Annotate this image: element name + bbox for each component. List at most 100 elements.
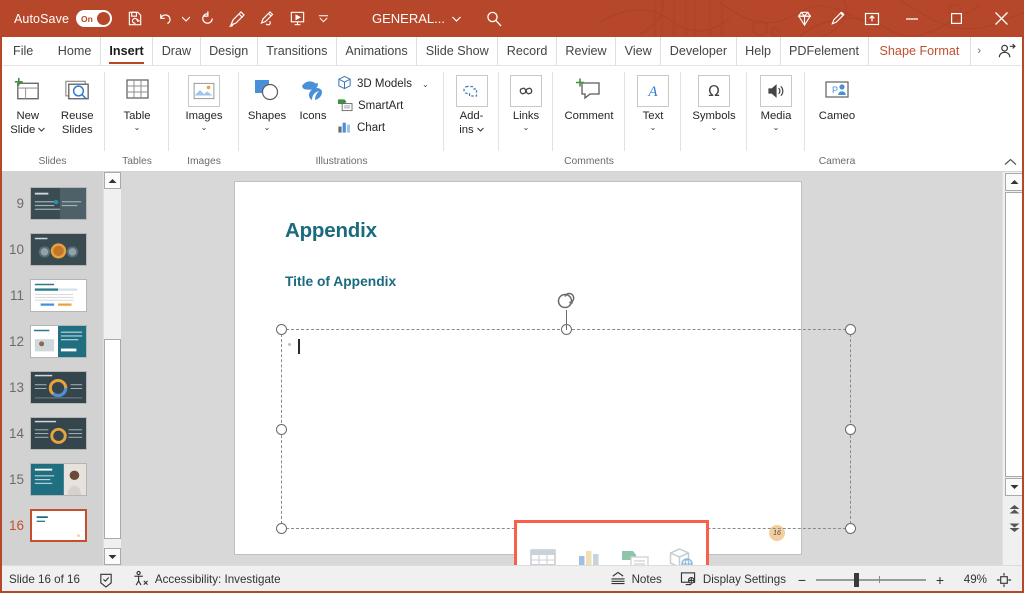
symbols-button[interactable]: Ω Symbols ⌄ xyxy=(684,70,744,132)
tab-draw[interactable]: Draw xyxy=(153,37,201,65)
thumbnail-item-13[interactable]: 13 xyxy=(0,364,103,410)
thumbnail-image[interactable] xyxy=(30,324,87,358)
thumbnail-item-14[interactable]: 14 xyxy=(0,410,103,456)
undo-icon[interactable] xyxy=(150,4,180,34)
search-icon[interactable] xyxy=(479,4,509,34)
thumbnail-item-15[interactable]: 15 xyxy=(0,456,103,502)
zoom-slider[interactable] xyxy=(816,572,926,587)
thumbnail-image[interactable] xyxy=(30,508,87,542)
thumbnail-image[interactable] xyxy=(30,186,87,220)
resize-handle-top-left[interactable] xyxy=(276,324,287,335)
next-slide-button[interactable] xyxy=(1006,520,1022,534)
notes-button[interactable]: Notes xyxy=(601,566,671,593)
tab-transitions[interactable]: Transitions xyxy=(258,37,337,65)
cameo-button[interactable]: P Cameo xyxy=(808,70,866,123)
undo-dropdown-icon[interactable] xyxy=(180,4,192,34)
thumbnail-item-11[interactable]: 11 xyxy=(0,272,103,318)
start-inking-icon[interactable] xyxy=(222,4,252,34)
chevron-down-icon[interactable]: ⌄ xyxy=(650,123,657,132)
tab-record[interactable]: Record xyxy=(498,37,557,65)
diamond-icon[interactable] xyxy=(787,4,821,34)
chevron-down-icon[interactable]: ⌄ xyxy=(264,123,271,132)
scroll-down-icon[interactable] xyxy=(1005,478,1023,496)
save-icon[interactable] xyxy=(120,4,150,34)
table-button[interactable]: Table ⌄ xyxy=(109,70,165,132)
resize-handle-bottom-left[interactable] xyxy=(276,523,287,534)
tab-review[interactable]: Review xyxy=(557,37,617,65)
spell-check-icon[interactable] xyxy=(89,566,123,593)
thumbnail-image[interactable] xyxy=(30,278,87,312)
add-ins-button[interactable]: Add- ins xyxy=(447,70,496,136)
tab-slide-show[interactable]: Slide Show xyxy=(417,37,499,65)
canvas-scrollbar[interactable] xyxy=(1002,172,1024,565)
tab-design[interactable]: Design xyxy=(201,37,258,65)
tab-help[interactable]: Help xyxy=(737,37,781,65)
resize-handle-middle-left[interactable] xyxy=(276,424,287,435)
zoom-slider-thumb[interactable] xyxy=(854,572,859,587)
tab-file[interactable]: File xyxy=(0,37,49,65)
zoom-out-button[interactable]: − xyxy=(795,572,809,588)
chevron-down-icon[interactable]: ⌄ xyxy=(773,123,780,132)
smartart-button[interactable]: SmartArt xyxy=(334,95,434,117)
display-settings-button[interactable]: Display Settings xyxy=(671,566,795,593)
from-beginning-icon[interactable] xyxy=(282,4,312,34)
thumbnail-image[interactable] xyxy=(30,232,87,266)
editor-pen-icon[interactable] xyxy=(821,4,855,34)
document-name-button[interactable]: GENERAL... xyxy=(372,11,461,26)
chevron-down-icon[interactable]: ⌄ xyxy=(711,123,718,132)
collapse-ribbon-icon[interactable] xyxy=(1004,157,1017,169)
ink-to-shape-icon[interactable] xyxy=(252,4,282,34)
chevron-down-icon[interactable]: ⌄ xyxy=(523,123,530,132)
content-placeholder-selection[interactable] xyxy=(276,292,856,593)
close-button[interactable] xyxy=(979,0,1024,37)
resize-handle-top-right[interactable] xyxy=(845,324,856,335)
chevron-down-icon[interactable]: ⌄ xyxy=(201,123,208,132)
slide-canvas[interactable]: Appendix Title of Appendix 16 xyxy=(235,182,856,593)
text-button[interactable]: A Text ⌄ xyxy=(628,70,678,132)
maximize-button[interactable] xyxy=(934,0,979,37)
tab-overflow-button[interactable]: › xyxy=(971,37,987,65)
chevron-down-icon[interactable]: ⌄ xyxy=(134,123,141,132)
thumbnail-image[interactable] xyxy=(30,462,87,496)
thumbnail-pane-scrollbar[interactable] xyxy=(103,172,121,565)
zoom-in-button[interactable]: + xyxy=(933,572,947,588)
tab-view[interactable]: View xyxy=(616,37,662,65)
comment-button[interactable]: Comment xyxy=(556,70,622,123)
thumbnail-image[interactable] xyxy=(30,370,87,404)
scroll-up-icon[interactable] xyxy=(1005,173,1023,191)
chevron-down-icon[interactable]: ⌄ xyxy=(422,80,429,89)
media-button[interactable]: Media ⌄ xyxy=(750,70,802,132)
icons-button[interactable]: Icons xyxy=(292,70,334,123)
previous-slide-button[interactable] xyxy=(1006,502,1022,516)
reuse-slides-button[interactable]: Reuse Slides xyxy=(53,70,103,136)
autosave-toggle[interactable]: On xyxy=(76,10,113,27)
rotate-handle[interactable] xyxy=(555,290,577,312)
scroll-up-icon[interactable] xyxy=(104,172,121,189)
tab-shape-format[interactable]: Shape Format xyxy=(869,37,972,65)
minimize-button[interactable] xyxy=(889,0,934,37)
images-button[interactable]: Images ⌄ xyxy=(173,70,235,132)
fit-to-window-icon[interactable] xyxy=(987,566,1024,593)
restore-ribbon-icon[interactable] xyxy=(855,4,889,34)
chart-button[interactable]: Chart xyxy=(334,117,434,139)
thumbnail-image[interactable] xyxy=(30,416,87,450)
3d-models-button[interactable]: 3D Models ⌄ xyxy=(334,73,434,95)
zoom-level[interactable]: 49% xyxy=(947,573,987,586)
accessibility-checker[interactable]: Accessibility: Investigate xyxy=(123,566,290,593)
resize-handle-bottom-right[interactable] xyxy=(845,523,856,534)
thumbnail-item-9[interactable]: 9 xyxy=(0,180,103,226)
new-slide-button[interactable]: New Slide xyxy=(3,70,53,136)
customize-quick-access-icon[interactable] xyxy=(312,4,334,34)
share-person-icon[interactable] xyxy=(987,37,1024,65)
slide-subtitle[interactable]: Title of Appendix xyxy=(285,274,396,289)
tab-home[interactable]: Home xyxy=(49,37,101,65)
slide-counter[interactable]: Slide 16 of 16 xyxy=(0,566,89,593)
thumbnail-item-10[interactable]: 10 xyxy=(0,226,103,272)
tab-insert[interactable]: Insert xyxy=(101,37,154,65)
scrollbar-thumb[interactable] xyxy=(104,339,121,539)
scroll-down-icon[interactable] xyxy=(104,548,121,565)
redo-icon[interactable] xyxy=(192,4,222,34)
slide-title[interactable]: Appendix xyxy=(285,219,377,243)
thumbnail-item-12[interactable]: 12 xyxy=(0,318,103,364)
tab-pdfelement[interactable]: PDFelement xyxy=(781,37,869,65)
